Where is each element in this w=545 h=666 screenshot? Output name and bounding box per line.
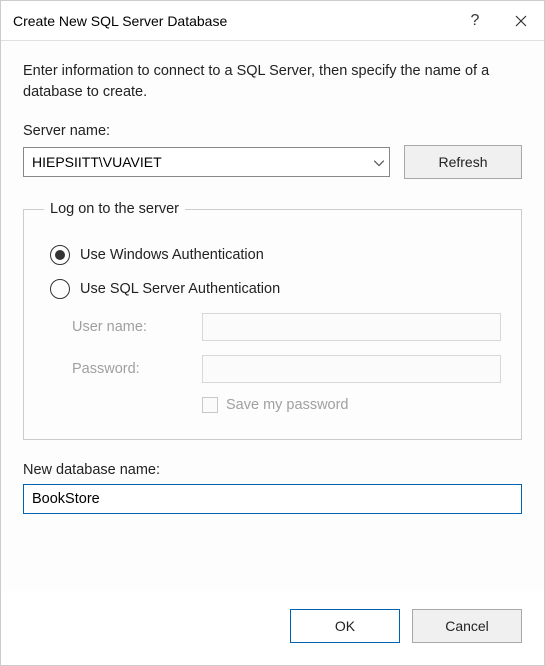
windows-auth-label: Use Windows Authentication (80, 247, 264, 263)
save-password-label: Save my password (226, 397, 349, 413)
help-button[interactable]: ? (452, 1, 498, 41)
dialog-body: Enter information to connect to a SQL Se… (1, 41, 544, 591)
save-password-row: Save my password (202, 397, 501, 413)
dialog-footer: OK Cancel (1, 591, 544, 665)
close-button[interactable] (498, 1, 544, 41)
password-label: Password: (72, 361, 192, 377)
logon-group: Log on to the server Use Windows Authent… (23, 201, 522, 440)
new-database-name-label: New database name: (23, 462, 522, 478)
sql-auth-radio-row[interactable]: Use SQL Server Authentication (50, 279, 501, 299)
logon-legend: Log on to the server (44, 201, 185, 217)
credentials-grid: User name: Password: Save my password (72, 313, 501, 413)
refresh-button[interactable]: Refresh (404, 145, 522, 179)
ok-button[interactable]: OK (290, 609, 400, 643)
description-text: Enter information to connect to a SQL Se… (23, 61, 522, 103)
cancel-button[interactable]: Cancel (412, 609, 522, 643)
close-icon (515, 15, 527, 27)
server-name-combo[interactable] (23, 147, 390, 177)
server-name-label: Server name: (23, 123, 522, 139)
windows-auth-radio-row[interactable]: Use Windows Authentication (50, 245, 501, 265)
sql-auth-label: Use SQL Server Authentication (80, 281, 280, 297)
dialog-title: Create New SQL Server Database (13, 13, 452, 29)
save-password-checkbox (202, 397, 218, 413)
windows-auth-radio[interactable] (50, 245, 70, 265)
sql-auth-radio[interactable] (50, 279, 70, 299)
server-row: Refresh (23, 145, 522, 179)
username-label: User name: (72, 319, 192, 335)
server-name-input[interactable] (23, 147, 390, 177)
create-sql-database-dialog: Create New SQL Server Database ? Enter i… (0, 0, 545, 666)
username-input (202, 313, 501, 341)
new-database-name-field (23, 484, 522, 514)
titlebar: Create New SQL Server Database ? (1, 1, 544, 41)
new-database-name-input[interactable] (23, 484, 522, 514)
password-input (202, 355, 501, 383)
